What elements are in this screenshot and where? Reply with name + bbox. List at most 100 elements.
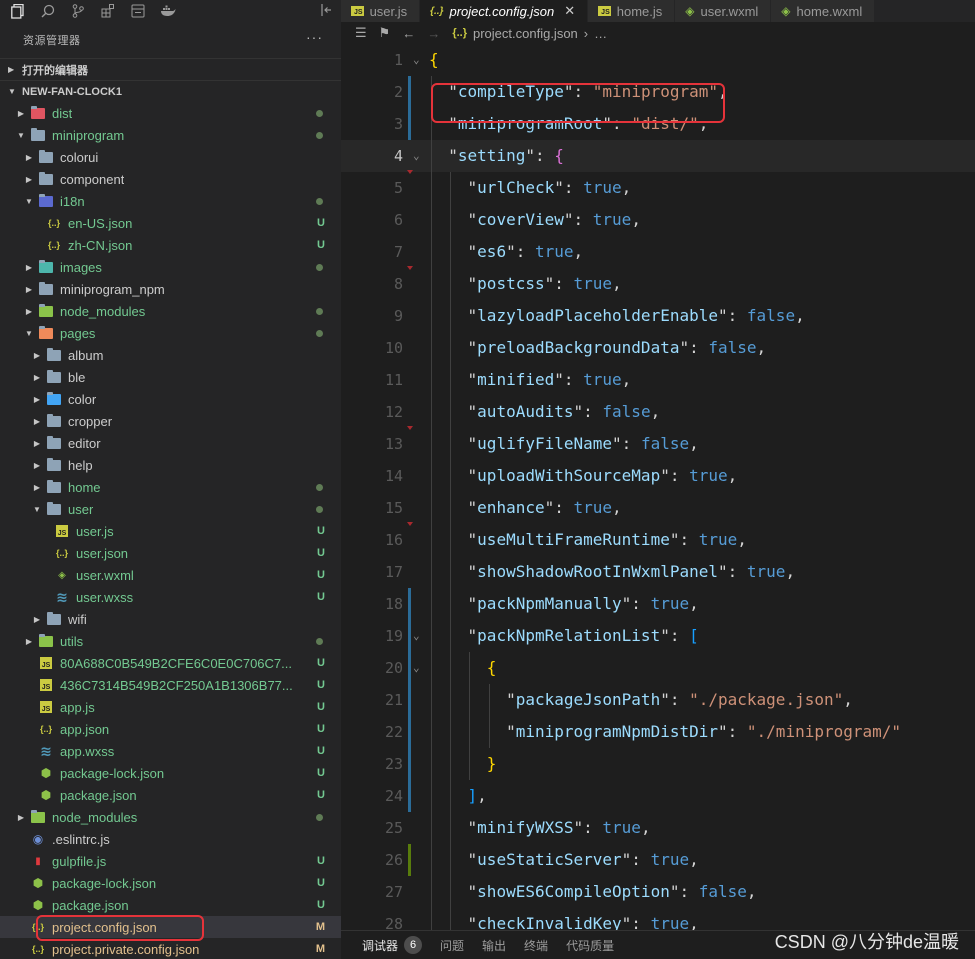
code-line[interactable]: 10 "preloadBackgroundData": false,: [341, 332, 975, 364]
tree-item[interactable]: ≋ user.wxss U: [0, 586, 341, 608]
tree-item[interactable]: ▶ miniprogram_npm: [0, 278, 341, 300]
code-line[interactable]: 16 "useMultiFrameRuntime": true,: [341, 522, 975, 556]
tree-item[interactable]: ▶ component: [0, 168, 341, 190]
code-line[interactable]: 24 ],: [341, 780, 975, 812]
open-editors-section[interactable]: ▶ 打开的编辑器: [0, 58, 341, 80]
code-line[interactable]: 9 "lazyloadPlaceholderEnable": false,: [341, 300, 975, 332]
tree-item[interactable]: ▶ help: [0, 454, 341, 476]
code-line[interactable]: 13 "uglifyFileName": false,: [341, 426, 975, 460]
tree-item[interactable]: ▼ i18n: [0, 190, 341, 212]
back-arrow-icon[interactable]: ←: [402, 26, 415, 41]
search-icon[interactable]: [40, 3, 56, 19]
code-line[interactable]: 8 "postcss": true,: [341, 266, 975, 300]
tree-item[interactable]: ▶ images: [0, 256, 341, 278]
code-line[interactable]: 14 "uploadWithSourceMap": true,: [341, 460, 975, 492]
extensions-icon[interactable]: [100, 3, 116, 19]
code-editor[interactable]: 1 ⌄{2 "compileType": "miniprogram", 3 "min…: [341, 44, 975, 930]
tree-item[interactable]: ▼ pages: [0, 322, 341, 344]
panel-tab[interactable]: 调试器 6: [362, 936, 423, 954]
source-control-icon[interactable]: [70, 3, 86, 19]
breadcrumb-file[interactable]: project.config.json: [473, 26, 578, 41]
tree-item[interactable]: ▶ colorui: [0, 146, 341, 168]
tree-item[interactable]: JS 436C7314B549B2CF250A1B1306B77... U: [0, 674, 341, 696]
code-line[interactable]: 18 "packNpmManually": true,: [341, 588, 975, 620]
fold-chevron-icon[interactable]: ⌄: [413, 652, 425, 684]
tree-item[interactable]: JS app.js U: [0, 696, 341, 718]
bookmark-icon[interactable]: ⚑: [379, 25, 391, 41]
tree-item[interactable]: ▶ wifi: [0, 608, 341, 630]
code-line[interactable]: 21 "packageJsonPath": "./package.json",: [341, 684, 975, 716]
tree-item[interactable]: {..} en-US.json U: [0, 212, 341, 234]
tree-item[interactable]: JS 80A688C0B549B2CFE6C0E0C706C7... U: [0, 652, 341, 674]
panel-tab[interactable]: 终端: [524, 937, 548, 954]
tree-item[interactable]: ≋ app.wxss U: [0, 740, 341, 762]
code-line[interactable]: 25 "minifyWXSS": true,: [341, 812, 975, 844]
editor-tab[interactable]: JS home.js: [588, 0, 676, 22]
editor-tab[interactable]: ◈ user.wxml: [675, 0, 772, 22]
tree-item[interactable]: ▶ editor: [0, 432, 341, 454]
panel-tab[interactable]: 输出: [482, 937, 506, 954]
editor-tab[interactable]: ◈ home.wxml: [771, 0, 876, 22]
code-line[interactable]: 17 "showShadowRootInWxmlPanel": true,: [341, 556, 975, 588]
tree-item[interactable]: ◉ .eslintrc.js: [0, 828, 341, 850]
tree-item[interactable]: ▶ album: [0, 344, 341, 366]
tree-item[interactable]: ▶ node_modules: [0, 300, 341, 322]
code-line[interactable]: 5 "urlCheck": true,: [341, 170, 975, 204]
tree-item[interactable]: ◈ user.wxml U: [0, 564, 341, 586]
list-icon[interactable]: ☰: [355, 25, 367, 41]
code-line[interactable]: 4 ⌄ "setting": {: [341, 140, 975, 172]
code-line[interactable]: 1 ⌄{: [341, 44, 975, 76]
tree-item[interactable]: ▼ user: [0, 498, 341, 520]
tree-item[interactable]: ⬢ package-lock.json U: [0, 762, 341, 784]
fold-chevron-icon[interactable]: ⌄: [413, 140, 425, 172]
panel-tab[interactable]: 问题: [440, 937, 464, 954]
code-line[interactable]: 27 "showES6CompileOption": false,: [341, 876, 975, 908]
code-line[interactable]: 15 "enhance": true,: [341, 492, 975, 524]
code-line[interactable]: 19 ⌄ "packNpmRelationList": [: [341, 620, 975, 652]
explorer-icon[interactable]: [10, 3, 26, 19]
tree-item[interactable]: ▶ dist: [0, 102, 341, 124]
forward-arrow-icon[interactable]: →: [427, 26, 440, 41]
tree-item[interactable]: ▶ color: [0, 388, 341, 410]
code-line[interactable]: 26 "useStaticServer": true,: [341, 844, 975, 876]
code-line[interactable]: 2 "compileType": "miniprogram",: [341, 76, 975, 108]
tree-item[interactable]: {..} user.json U: [0, 542, 341, 564]
code-line[interactable]: 22 "miniprogramNpmDistDir": "./miniprogr…: [341, 716, 975, 748]
database-icon[interactable]: [130, 3, 146, 19]
panel-tab[interactable]: 代码质量: [566, 937, 614, 954]
tree-item[interactable]: ▶ utils: [0, 630, 341, 652]
project-section[interactable]: ▼ NEW-FAN-CLOCK1: [0, 80, 341, 102]
tree-item[interactable]: {..} zh-CN.json U: [0, 234, 341, 256]
tree-item[interactable]: ⬢ package.json U: [0, 894, 341, 916]
code-line[interactable]: 20 ⌄ {: [341, 652, 975, 684]
tree-item[interactable]: ▮ gulpfile.js U: [0, 850, 341, 872]
tree-item[interactable]: ▶ node_modules: [0, 806, 341, 828]
tree-item[interactable]: ⬢ package.json U: [0, 784, 341, 806]
tree-item[interactable]: ▶ home: [0, 476, 341, 498]
tree-item[interactable]: ▶ ble: [0, 366, 341, 388]
git-change-marker: [408, 76, 411, 108]
tree-item[interactable]: {..} project.private.config.json M: [0, 938, 341, 959]
tree-item[interactable]: {..} app.json U: [0, 718, 341, 740]
close-icon[interactable]: ✕: [564, 3, 575, 19]
fold-chevron-icon[interactable]: ⌄: [413, 44, 425, 76]
code-line[interactable]: 7 "es6": true,: [341, 236, 975, 268]
tree-item[interactable]: ▶ cropper: [0, 410, 341, 432]
tree-item[interactable]: ⬢ package-lock.json U: [0, 872, 341, 894]
tree-item[interactable]: {..} project.config.json M: [0, 915, 341, 941]
editor-tab[interactable]: JS user.js: [341, 0, 421, 22]
code-line[interactable]: 28 "checkInvalidKey": true,: [341, 908, 975, 930]
more-actions-icon[interactable]: ···: [306, 29, 323, 45]
collapse-sidebar-icon[interactable]: [319, 3, 335, 19]
fold-chevron-icon[interactable]: ⌄: [413, 620, 425, 652]
code-line[interactable]: 6 "coverView": true,: [341, 204, 975, 236]
code-line[interactable]: 12 "autoAudits": false,: [341, 396, 975, 428]
docker-icon[interactable]: [160, 3, 176, 19]
tree-item[interactable]: ▼ miniprogram: [0, 124, 341, 146]
breadcrumb-rest[interactable]: …: [594, 26, 607, 41]
code-line[interactable]: 11 "minified": true,: [341, 364, 975, 396]
code-line[interactable]: 3 "miniprogramRoot": "dist/",: [341, 83, 975, 140]
code-line[interactable]: 23 }: [341, 748, 975, 780]
tree-item[interactable]: JS user.js U: [0, 520, 341, 542]
editor-tab[interactable]: {..} project.config.json ✕: [420, 0, 589, 22]
